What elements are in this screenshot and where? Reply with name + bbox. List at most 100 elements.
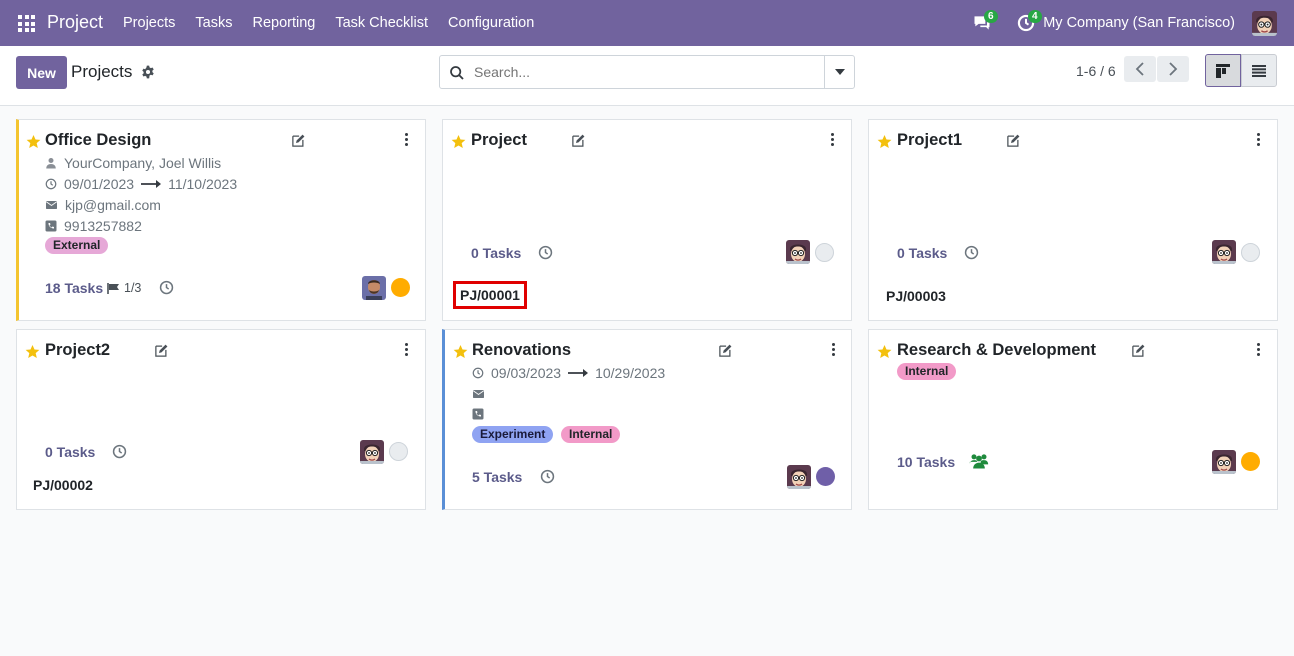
activity-clock-icon[interactable]	[159, 280, 174, 295]
phone-line: 9913257882	[45, 218, 142, 234]
status-indicator[interactable]	[816, 467, 835, 486]
new-button[interactable]: New	[16, 56, 67, 89]
tasks-count-button[interactable]: 18 Tasks	[45, 280, 103, 296]
user-icon	[45, 157, 57, 169]
tag-internal: Internal	[897, 363, 957, 380]
activities-button[interactable]: 4	[1016, 10, 1042, 33]
customer-line: YourCompany, Joel Willis	[45, 155, 221, 171]
project-title: Project2	[45, 341, 111, 359]
gear-icon[interactable]	[141, 65, 155, 79]
messages-button[interactable]: 6	[972, 10, 998, 33]
breadcrumb: Projects	[71, 62, 133, 81]
project-manager-avatar[interactable]	[360, 440, 384, 464]
tasks-count-button[interactable]: 0 Tasks	[471, 245, 521, 261]
project-card-project1[interactable]: Project1 0 Tasks PJ/00003	[868, 119, 1278, 321]
search-options-toggle[interactable]	[824, 56, 854, 88]
date-range-line: 09/03/2023 10/29/2023	[472, 365, 665, 381]
project-card-project2[interactable]: Project2 0 Tasks PJ/00002	[16, 329, 426, 510]
favorite-star-icon[interactable]	[453, 344, 468, 359]
project-card-project[interactable]: Project 0 Tasks PJ/00001	[442, 119, 852, 321]
favorite-star-icon[interactable]	[451, 134, 466, 149]
project-title: Office Design	[45, 131, 152, 149]
main-menu: Projects Tasks Reporting Task Checklist …	[113, 0, 544, 46]
app-menu-grid-icon[interactable]	[18, 15, 35, 32]
top-navbar: Project Projects Tasks Reporting Task Ch…	[0, 0, 1294, 46]
customer-name: YourCompany, Joel Willis	[64, 155, 222, 171]
company-switcher[interactable]: My Company (San Francisco)	[1043, 0, 1235, 46]
card-menu-kebab-icon[interactable]	[1257, 133, 1261, 147]
email-line: kjp@gmail.com	[45, 197, 161, 213]
date-start: 09/03/2023	[491, 365, 562, 381]
milestones-count: 1/3	[124, 281, 142, 295]
tasks-count-button[interactable]: 0 Tasks	[897, 245, 947, 261]
project-manager-avatar[interactable]	[787, 465, 811, 489]
project-manager-avatar[interactable]	[362, 276, 386, 300]
tasks-count-button[interactable]: 10 Tasks	[897, 454, 955, 470]
edit-icon[interactable]	[154, 343, 169, 358]
pager-next-button[interactable]	[1157, 56, 1189, 82]
clock-icon	[472, 367, 484, 379]
date-start: 09/01/2023	[64, 176, 135, 192]
project-manager-avatar[interactable]	[1212, 240, 1236, 264]
menu-item-task-checklist[interactable]: Task Checklist	[325, 0, 438, 46]
status-indicator[interactable]	[1241, 243, 1260, 262]
phone-icon	[472, 408, 484, 420]
messages-count-badge: 6	[984, 10, 998, 23]
project-manager-avatar[interactable]	[1212, 450, 1236, 474]
edit-icon[interactable]	[291, 133, 306, 148]
caret-down-icon	[834, 69, 845, 75]
project-title: Research & Development	[897, 341, 1096, 359]
tasks-count-button[interactable]: 0 Tasks	[45, 444, 95, 460]
card-menu-kebab-icon[interactable]	[405, 343, 409, 357]
pager-value[interactable]: 1-6 / 6	[1076, 63, 1116, 79]
edit-icon[interactable]	[571, 133, 586, 148]
project-card-renovations[interactable]: Renovations 09/03/2023 10/29/2023 Experi…	[442, 329, 852, 510]
favorite-star-icon[interactable]	[877, 134, 892, 149]
favorite-star-icon[interactable]	[877, 344, 892, 359]
activity-clock-icon[interactable]	[540, 469, 555, 484]
card-menu-kebab-icon[interactable]	[405, 133, 409, 147]
kanban-view-button[interactable]	[1205, 54, 1241, 87]
status-indicator[interactable]	[389, 442, 408, 461]
search-input[interactable]	[474, 56, 824, 88]
activity-clock-icon[interactable]	[964, 245, 979, 260]
project-manager-avatar[interactable]	[786, 240, 810, 264]
status-indicator[interactable]	[815, 243, 834, 262]
edit-icon[interactable]	[1131, 343, 1146, 358]
favorite-star-icon[interactable]	[25, 344, 40, 359]
project-card-research-development[interactable]: Research & Development Internal 10 Tasks	[868, 329, 1278, 510]
card-menu-kebab-icon[interactable]	[831, 133, 835, 147]
email: kjp@gmail.com	[65, 197, 161, 213]
status-indicator[interactable]	[1241, 452, 1260, 471]
pager-previous-button[interactable]	[1124, 56, 1156, 82]
user-avatar[interactable]	[1252, 11, 1277, 36]
card-menu-kebab-icon[interactable]	[832, 343, 836, 357]
app-title[interactable]: Project	[47, 12, 103, 33]
activity-clock-icon[interactable]	[538, 245, 553, 260]
chevron-left-icon	[1135, 62, 1144, 76]
envelope-icon	[472, 388, 485, 400]
team-users-icon[interactable]	[969, 452, 989, 470]
phone: 9913257882	[64, 218, 142, 234]
chevron-right-icon	[1169, 62, 1178, 76]
favorite-star-icon[interactable]	[26, 134, 41, 149]
status-indicator[interactable]	[391, 278, 410, 297]
arrow-right-icon	[568, 369, 589, 377]
edit-icon[interactable]	[1006, 133, 1021, 148]
milestones-indicator[interactable]: 1/3	[107, 281, 141, 295]
project-reference: PJ/00003	[886, 288, 946, 304]
date-end: 10/29/2023	[595, 365, 666, 381]
menu-item-reporting[interactable]: Reporting	[242, 0, 325, 46]
search-bar	[439, 55, 855, 89]
project-card-office-design[interactable]: Office Design YourCompany, Joel Willis 0…	[16, 119, 426, 321]
project-title: Project	[471, 131, 527, 149]
list-view-button[interactable]	[1241, 54, 1277, 87]
card-menu-kebab-icon[interactable]	[1257, 343, 1261, 357]
control-panel: New Projects 1-6 / 6	[0, 46, 1294, 106]
tasks-count-button[interactable]: 5 Tasks	[472, 469, 522, 485]
activity-clock-icon[interactable]	[112, 444, 127, 459]
menu-item-configuration[interactable]: Configuration	[438, 0, 544, 46]
edit-icon[interactable]	[718, 343, 733, 358]
menu-item-projects[interactable]: Projects	[113, 0, 185, 46]
menu-item-tasks[interactable]: Tasks	[185, 0, 242, 46]
